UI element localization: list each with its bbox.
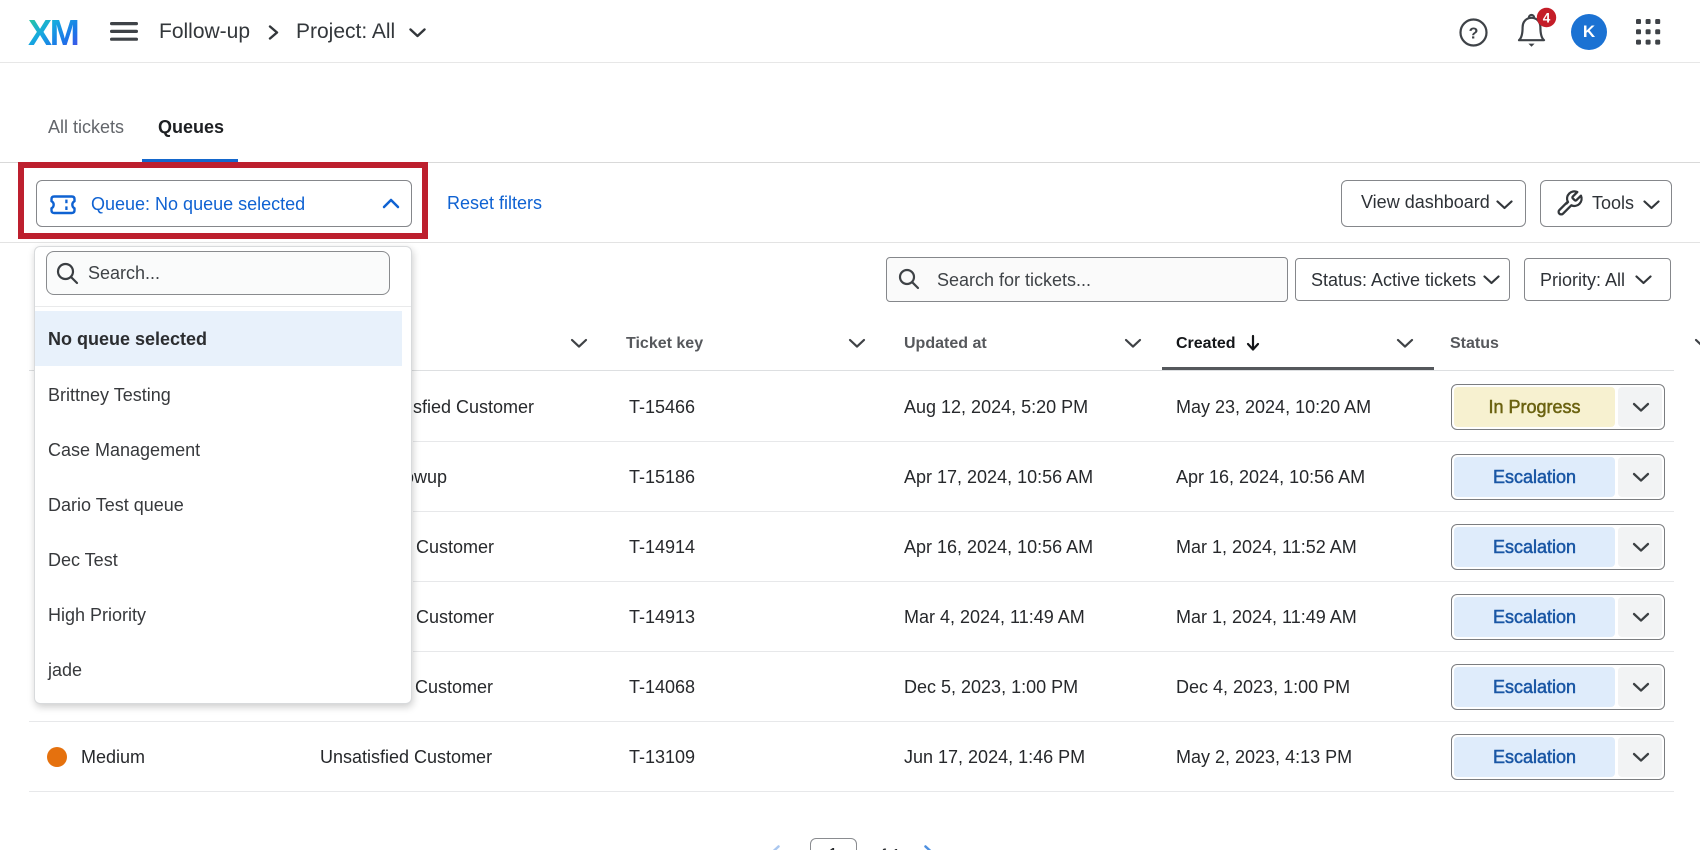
svg-text:4: 4 bbox=[1543, 10, 1551, 25]
svg-text:XM: XM bbox=[28, 13, 78, 49]
svg-text:?: ? bbox=[1469, 26, 1479, 43]
